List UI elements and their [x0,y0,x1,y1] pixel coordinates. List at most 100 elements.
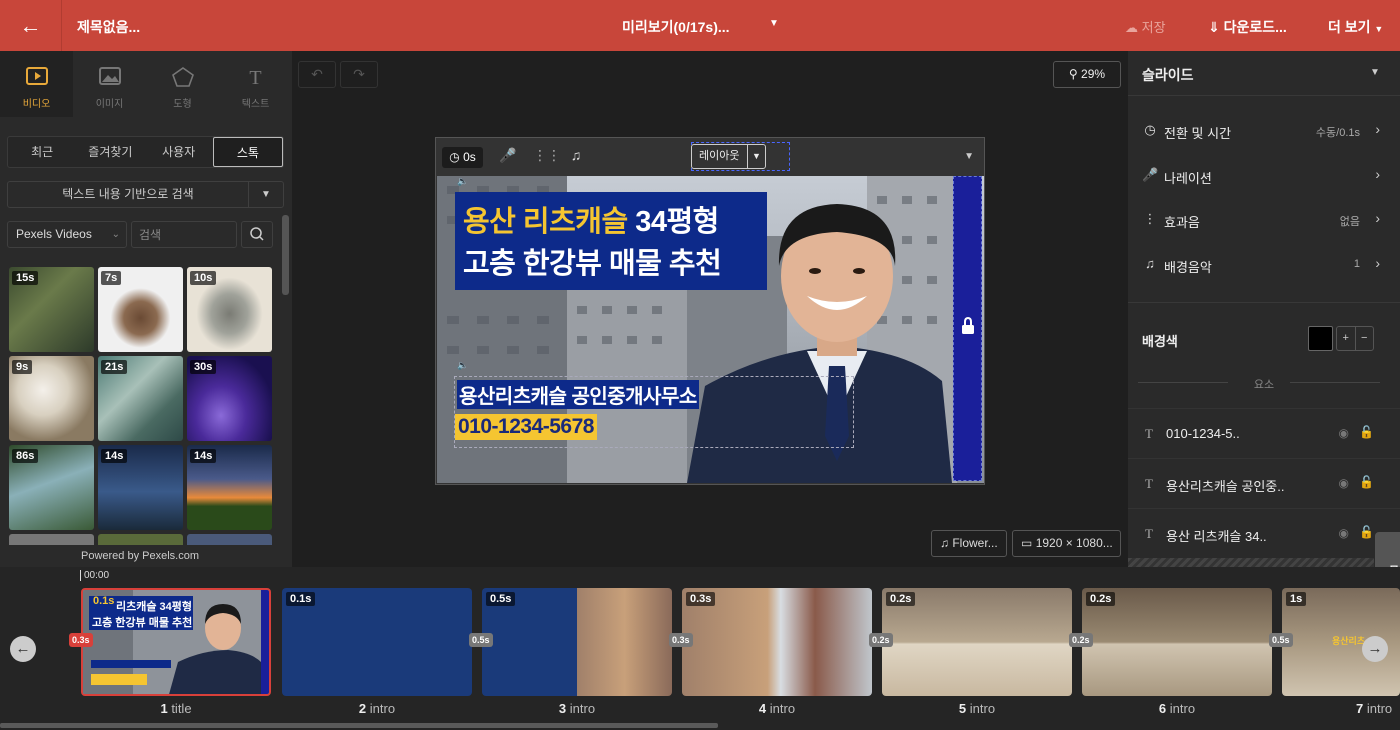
video-thumbnail[interactable]: 21s [98,356,183,441]
timeline-clip[interactable]: 0.2s [1082,588,1272,696]
tab-video[interactable]: 비디오 [0,51,73,117]
video-thumbnail[interactable]: 86s [9,445,94,530]
back-button[interactable]: ← [0,0,62,51]
timeline-prev-button[interactable]: ← [10,636,36,662]
headline-text-box[interactable]: 용산 리츠캐슬 34평형 고층 한강뷰 매물 추천 [455,192,767,290]
transition-badge[interactable]: 0.5s [469,633,493,647]
search-icon: ⚲ [1068,67,1078,81]
video-thumbnail[interactable]: 14s [98,445,183,530]
chevron-down-icon[interactable]: ▼ [248,182,283,207]
narration-row[interactable]: 🎤 나레이션 › [1128,155,1400,199]
search-icon [250,227,264,241]
timeline-next-button[interactable]: → [1362,636,1388,662]
transition-badge[interactable]: 0.2s [869,633,893,647]
video-thumbnail[interactable]: 9s [9,356,94,441]
layout-dropdown[interactable]: 레이아웃 ▼ [691,144,766,169]
text-content-search-dropdown[interactable]: 텍스트 내용 기반으로 검색 ▼ [7,181,284,208]
element-row[interactable]: T 010-1234-5.. ◉ 🔓 [1128,408,1400,458]
unlock-icon[interactable]: 🔓 [1359,525,1374,539]
chevron-right-icon: › [1375,166,1380,182]
resolution-chip[interactable]: ▭ 1920 × 1080... [1012,530,1121,557]
transition-badge[interactable]: 0.5s [1269,633,1293,647]
document-title[interactable]: 제목없음... [77,17,140,37]
subtab-user[interactable]: 사용자 [145,137,213,167]
element-row[interactable]: T 용산 리츠캐슬 34.. ◉ 🔓 [1128,508,1400,558]
video-thumbnail[interactable]: 10s [187,267,272,352]
element-row[interactable]: T 용산리츠캐슬 공인중.. ◉ 🔓 [1128,458,1400,508]
preview-dropdown[interactable]: 미리보기(0/17s)... [622,17,730,37]
save-button[interactable]: ☁ 저장 [1125,17,1166,36]
waveform-icon[interactable]: ⋮⋮ [533,147,561,167]
video-thumbnail[interactable] [98,534,183,545]
eye-icon[interactable]: ◉ [1339,526,1349,540]
tab-image[interactable]: 이미지 [73,51,146,117]
background-music-row[interactable]: ♫ 배경음악 1 › [1128,244,1400,288]
transition-badge[interactable]: 0.3s [69,633,93,647]
eye-icon[interactable]: ◉ [1339,426,1349,440]
slide-duration-button[interactable]: ◷ 0s [442,147,483,168]
phone-number-text[interactable]: 010-1234-5678 [455,414,597,440]
text-icon: T [249,67,262,89]
video-thumbnail[interactable] [9,534,94,545]
office-name-text[interactable]: 용산리츠캐슬 공인중개사무소 [457,380,699,409]
playhead-time[interactable]: 00:00 [80,570,109,581]
chevron-down-icon[interactable]: ▼ [769,18,779,29]
chevron-down-icon[interactable]: ▼ [964,151,974,162]
more-menu-button[interactable]: 더 보기 ▼ [1328,17,1383,37]
search-input[interactable] [131,221,237,248]
transition-badge[interactable]: 0.2s [1069,633,1093,647]
volume-icon[interactable]: 🔈 [457,176,468,187]
subtab-favorites[interactable]: 즐겨찾기 [76,137,144,167]
slide-preview[interactable]: 🔈 용산 리츠캐슬 34평형 고층 한강뷰 매물 추천 🔈 용산리츠캐슬 공인중… [437,176,984,483]
source-select[interactable]: Pexels Videos ⌄ [7,221,127,248]
volume-icon[interactable]: 🔈 [457,360,468,371]
unlock-icon[interactable]: 🔓 [1359,425,1374,439]
download-button[interactable]: ⇓ 다운로드... [1208,17,1287,37]
remove-button[interactable]: − [1354,327,1374,350]
headline-line-2: 고층 한강뷰 매물 추천 [463,248,722,280]
video-thumbnail[interactable]: 30s [187,356,272,441]
transition-time-row[interactable]: ◷ 전환 및 시간 수동/0.1s › [1128,110,1400,154]
undo-button[interactable]: ↶ [298,61,336,88]
mic-icon[interactable]: 🎤 [498,147,518,167]
video-thumbnail[interactable]: 7s [98,267,183,352]
subtab-recent[interactable]: 최근 [8,137,76,167]
element-name: 용산리츠캐슬 공인중.. [1166,479,1285,494]
arrow-left-icon: ← [19,12,42,38]
row-label: 전환 및 시간 [1164,126,1232,141]
unlock-icon[interactable]: 🔓 [1359,475,1374,489]
tab-shape[interactable]: 도형 [146,51,219,117]
zoom-control[interactable]: ⚲ 29% [1053,61,1121,88]
timeline-clip[interactable]: 0.3s [682,588,872,696]
video-thumbnail[interactable] [187,534,272,545]
timeline-clip[interactable]: 0.5s [482,588,672,696]
tab-text[interactable]: T 텍스트 [219,51,292,117]
add-button[interactable]: + [1337,327,1355,350]
video-thumbnail[interactable]: 14s [187,445,272,530]
timeline-clip[interactable]: 0.1s [282,588,472,696]
chevron-down-icon[interactable]: ▼ [747,145,765,168]
panel-title[interactable]: 슬라이드 [1142,65,1194,85]
background-color-swatch[interactable] [1308,326,1333,351]
transition-badge[interactable]: 0.3s [669,633,693,647]
eye-icon[interactable]: ◉ [1339,476,1349,490]
timeline-clip[interactable]: 0.2s [882,588,1072,696]
chevron-down-icon[interactable]: ▼ [1370,67,1380,78]
monitor-icon: ▭ [1021,536,1033,550]
headline-highlight: 용산 리츠캐슬 [463,206,628,238]
video-thumbnail[interactable]: 15s [9,267,94,352]
timeline-clip[interactable]: 0.1s 리츠캐슬 34평형 고층 한강뷰 매물 추천 [81,588,271,696]
timeline-scrollbar[interactable] [0,723,718,728]
sound-effect-row[interactable]: ⋮ 효과음 없음 › [1128,199,1400,243]
lock-icon[interactable] [961,317,975,335]
side-bar-shape[interactable] [953,176,982,481]
music-icon[interactable]: ♫ [566,147,586,167]
search-button[interactable] [241,221,273,248]
powered-by-pexels: Powered by Pexels.com [0,545,280,567]
mic-icon: 🎤 [1142,167,1159,182]
clip-duration: 0.1s [286,592,316,606]
scrollbar[interactable] [282,215,289,295]
subtab-stock[interactable]: 스톡 [212,137,283,167]
redo-button[interactable]: ↷ [340,61,378,88]
background-music-chip[interactable]: ♫ Flower... [931,530,1007,557]
